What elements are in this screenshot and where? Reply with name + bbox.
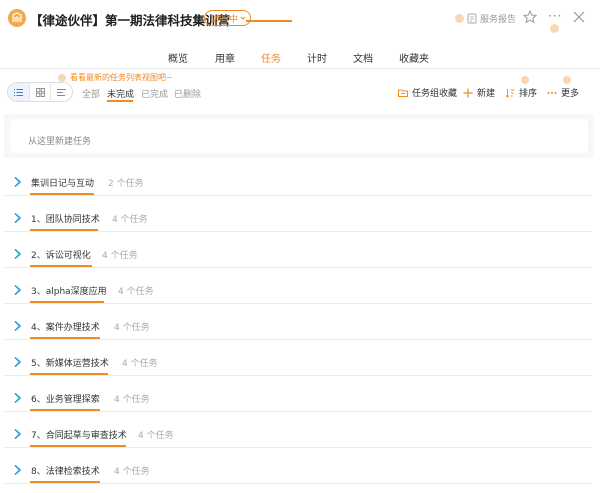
view-switcher [7, 82, 73, 102]
tab-documents[interactable]: 文档 [353, 50, 373, 65]
task-group-name: 6、业务管理探索 [31, 395, 100, 405]
more-dots-icon [547, 91, 557, 94]
active-filter-indicator [107, 100, 133, 102]
task-group-count: 4 个任务 [114, 395, 150, 405]
hint-dot [563, 76, 571, 84]
chevron-right-icon[interactable] [13, 356, 22, 368]
task-group-name: 集训日记与互动 [31, 179, 95, 189]
task-group-row[interactable]: 3、alpha深度应用 4 个任务 [0, 274, 600, 310]
tab-seal[interactable]: 用章 [215, 50, 235, 65]
task-group-count: 4 个任务 [118, 287, 154, 297]
more-options-icon[interactable]: ··· [548, 9, 562, 23]
grid-view-icon [35, 87, 45, 97]
task-group-count: 4 个任务 [122, 359, 158, 369]
hint-text: 看看最新的任务列表视图吧~ [70, 73, 173, 82]
task-group-count: 2 个任务 [108, 179, 144, 189]
task-group-row[interactable]: 4、案件办理技术 4 个任务 [0, 310, 600, 346]
new-label: 新建 [477, 89, 496, 99]
service-report-label: 服务报告 [480, 15, 517, 25]
chevron-right-icon[interactable] [13, 464, 22, 476]
filter-deleted[interactable]: 已删除 [174, 87, 201, 100]
new-task-input[interactable] [10, 119, 588, 153]
task-group-row[interactable]: 集训日记与互动 2 个任务 [0, 166, 600, 202]
task-group-row[interactable]: 1、团队协同技术 4 个任务 [0, 202, 600, 238]
chevron-right-icon[interactable] [13, 248, 22, 260]
active-tab-indicator [246, 20, 292, 22]
list-view-icon [13, 88, 23, 96]
tab-favorites[interactable]: 收藏夹 [399, 50, 429, 65]
chevron-right-icon[interactable] [13, 212, 22, 224]
close-icon[interactable] [573, 11, 585, 23]
list-view-button[interactable] [8, 83, 29, 101]
task-group-name: 4、案件办理技术 [31, 323, 100, 333]
new-view-hint[interactable]: 看看最新的任务列表视图吧~ [58, 72, 173, 83]
tab-tasks[interactable]: 任务 [261, 50, 281, 65]
chevron-right-icon[interactable] [13, 284, 22, 296]
new-button[interactable]: 新建 [463, 86, 495, 99]
row-divider [4, 375, 592, 376]
task-group-count: 4 个任务 [102, 251, 138, 261]
chevron-right-icon[interactable] [13, 320, 22, 332]
task-group-count: 4 个任务 [114, 467, 150, 477]
task-group-count: 4 个任务 [112, 215, 148, 225]
more-button[interactable]: 更多 [547, 86, 579, 99]
hint-dot [58, 73, 66, 82]
folder-icon [398, 89, 408, 97]
hint-dot [455, 14, 464, 23]
task-group-name: 8、法律检索技术 [31, 467, 100, 477]
filter-all[interactable]: 全部 [82, 87, 100, 100]
task-group-count: 4 个任务 [114, 323, 150, 333]
chevron-right-icon[interactable] [13, 428, 22, 440]
sort-icon [505, 88, 515, 98]
sort-label: 排序 [519, 89, 538, 99]
task-group-row[interactable]: 6、业务管理探索 4 个任务 [0, 382, 600, 418]
group-favorites-label: 任务组收藏 [412, 89, 458, 99]
project-title: 【律途伙伴】第一期法律科技集训营 [30, 13, 231, 28]
app-logo-icon [8, 9, 26, 27]
row-divider [4, 231, 592, 232]
plus-icon [463, 88, 473, 97]
tab-timing[interactable]: 计时 [307, 50, 327, 65]
task-group-name: 5、新媒体运营技术 [31, 359, 109, 369]
task-group-row[interactable]: 7、合同起草与审查技术 4 个任务 [0, 418, 600, 454]
row-divider [4, 411, 592, 412]
tab-overview[interactable]: 概览 [168, 50, 188, 65]
filter-incomplete[interactable]: 未完成 [107, 87, 134, 100]
service-report-button[interactable]: 服务报告 [455, 12, 516, 25]
new-task-area [4, 114, 594, 158]
project-status-dropdown[interactable]: 进行中 [204, 10, 252, 26]
row-divider [4, 483, 592, 484]
row-divider [4, 303, 592, 304]
board-view-button[interactable] [28, 83, 51, 101]
star-icon[interactable] [523, 10, 537, 24]
filter-completed[interactable]: 已完成 [141, 87, 168, 100]
report-icon [467, 13, 477, 24]
more-label: 更多 [561, 89, 580, 99]
app-header: 【律途伙伴】第一期法律科技集训营 进行中 服务报告 ··· [0, 0, 600, 36]
status-label: 进行中 [211, 14, 239, 25]
row-divider [4, 339, 592, 340]
task-group-name: 3、alpha深度应用 [31, 287, 107, 297]
task-group-list: 集训日记与互动 2 个任务 1、团队协同技术 4 个任务 2、诉讼可视化 4 个… [0, 166, 600, 490]
task-group-count: 4 个任务 [138, 431, 174, 441]
chevron-right-icon[interactable] [13, 176, 22, 188]
task-group-row[interactable]: 8、法律检索技术 4 个任务 [0, 454, 600, 490]
task-group-row[interactable]: 5、新媒体运营技术 4 个任务 [0, 346, 600, 382]
sort-button[interactable]: 排序 [505, 86, 537, 99]
group-favorites-button[interactable]: 任务组收藏 [398, 86, 457, 99]
row-divider [4, 195, 592, 196]
row-divider [4, 267, 592, 268]
task-group-name: 7、合同起草与审查技术 [31, 431, 127, 441]
text-view-icon [57, 88, 67, 96]
tabs-divider [0, 68, 600, 69]
chevron-right-icon[interactable] [13, 392, 22, 404]
row-divider [4, 447, 592, 448]
hint-dot [550, 24, 559, 33]
hint-dot [521, 76, 529, 84]
text-view-button[interactable] [50, 83, 72, 101]
task-group-row[interactable]: 2、诉讼可视化 4 个任务 [0, 238, 600, 274]
main-tabs: 概览 用章 任务 计时 文档 收藏夹 [0, 46, 600, 68]
task-group-name: 1、团队协同技术 [31, 215, 100, 225]
task-group-name: 2、诉讼可视化 [31, 251, 91, 261]
